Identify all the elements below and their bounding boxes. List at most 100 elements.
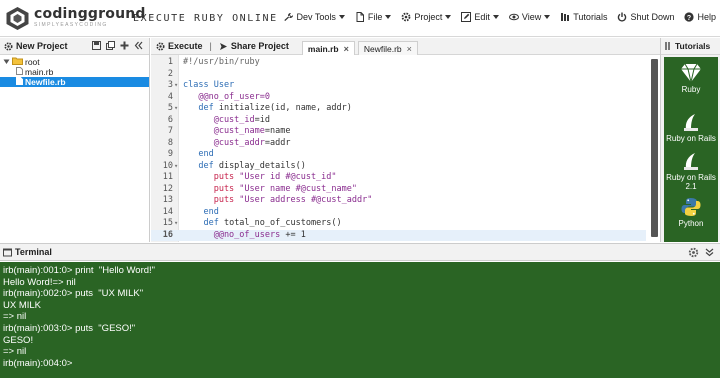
line-number: 12 — [162, 183, 173, 194]
tree-file[interactable]: main.rb — [0, 67, 149, 77]
code-line[interactable]: 14 end — [151, 207, 646, 219]
line-number: 4 — [167, 91, 173, 102]
line-number: 9 — [167, 149, 173, 159]
terminal-title: Terminal — [15, 247, 52, 257]
add-icon[interactable] — [120, 41, 129, 53]
tree-folder[interactable]: root — [0, 57, 149, 67]
fold-toggle-icon[interactable]: ▾ — [174, 218, 178, 230]
code-token: def — [183, 218, 224, 228]
code-line[interactable]: 6 @cust_id=id — [151, 115, 646, 127]
tutorials-icon — [560, 12, 570, 22]
tutorial-python[interactable]: Python — [664, 197, 718, 228]
collapse-right-icon[interactable] — [664, 42, 672, 50]
code-text: end — [183, 207, 218, 219]
new-project-button[interactable]: New Project — [4, 41, 68, 51]
close-icon[interactable]: × — [407, 44, 412, 54]
code-token: #!/usr/bin/ruby — [183, 57, 260, 67]
code-text: puts "User name #@cust_name" — [183, 184, 357, 196]
file-icon — [16, 67, 25, 77]
code-text: @@no_of_users += 1 — [183, 230, 306, 242]
gear-icon — [156, 41, 165, 51]
tutorials-list: Ruby Ruby on Rails Ruby on Rails 2.1 Python — [664, 57, 718, 242]
close-icon[interactable]: × — [344, 44, 349, 54]
settings-icon[interactable] — [688, 247, 699, 261]
caret-down-icon — [492, 15, 499, 19]
nav-edit[interactable]: Edit — [461, 12, 499, 22]
editor-area: Execute | Share Project main.rb × Newfile.… — [151, 38, 660, 242]
code-token: puts — [183, 183, 240, 194]
caret-down-icon[interactable] — [3, 57, 12, 67]
fold-toggle-icon[interactable]: ▾ — [174, 103, 178, 115]
code-line[interactable]: 15 ▾ def total_no_of_customers() — [151, 218, 646, 230]
code-token: =name — [264, 126, 291, 136]
code-line[interactable]: 16 @@no_of_users += 1 — [151, 229, 646, 242]
wrench-icon — [283, 12, 294, 22]
eye-icon — [508, 12, 519, 22]
code-line[interactable]: 10 ▾ def display_details() — [151, 161, 646, 173]
fold-toggle-icon[interactable]: ▾ — [174, 80, 178, 92]
nav-view[interactable]: View — [508, 12, 551, 22]
save-icon[interactable] — [92, 41, 101, 53]
nav-label: File — [367, 12, 383, 22]
tutorials-header[interactable]: Tutorials — [661, 38, 720, 55]
code-token: total_no_of_customers() — [223, 218, 342, 228]
nav-shut-down[interactable]: Shut Down — [617, 12, 674, 22]
tab-newfile-rb[interactable]: Newfile.rb × — [357, 40, 418, 55]
tutorial-ruby-on-rails[interactable]: Ruby on Rails — [664, 112, 718, 143]
execute-button[interactable]: Execute — [151, 41, 208, 51]
share-icon — [219, 42, 227, 50]
terminal-output[interactable]: irb(main):001:0> print "Hello Word!" Hell… — [0, 262, 720, 378]
share-project-button[interactable]: Share Project — [214, 41, 294, 51]
terminal-line: Hello Word!=> nil — [3, 276, 76, 288]
terminal-line: irb(main):004:0> — [3, 357, 73, 369]
terminal-line: irb(main):001:0> print "Hello Word!" — [3, 265, 156, 276]
code-line[interactable]: 4 @@no_of_user=0 — [151, 92, 646, 104]
code-token: "User id #@cust_id" — [239, 172, 337, 182]
copy-icon[interactable] — [106, 41, 115, 53]
collapse-down-icon[interactable] — [705, 248, 714, 260]
code-line[interactable]: 7 @cust_name=name — [151, 126, 646, 138]
vertical-scrollbar[interactable] — [651, 59, 658, 237]
code-line[interactable]: 13 puts "User address #@cust_addr" — [151, 195, 646, 207]
tutorial-ruby[interactable]: Ruby — [664, 63, 718, 94]
tree-item-label: main.rb — [25, 67, 54, 77]
file-icon — [355, 12, 365, 22]
nav-label: Project — [414, 12, 443, 22]
code-line[interactable]: 3 ▾ class User — [151, 80, 646, 92]
code-editor[interactable]: 1 #!/usr/bin/ruby 2 3 ▾ class User 4 @@no_of_u… — [151, 55, 660, 242]
nav-file[interactable]: File — [355, 12, 392, 22]
fold-toggle-icon[interactable]: ▾ — [174, 161, 178, 173]
nav-help[interactable]: ? Help — [684, 12, 716, 22]
collapse-left-icon[interactable] — [134, 41, 143, 53]
code-text: def total_no_of_customers() — [183, 218, 342, 230]
code-line[interactable]: 9 end — [151, 149, 646, 161]
tree-file[interactable]: Newfile.rb — [0, 77, 149, 87]
tutorial-ruby-on-rails-2-1[interactable]: Ruby on Rails 2.1 — [664, 151, 718, 191]
code-line[interactable]: 2 — [151, 69, 646, 81]
code-line[interactable]: 12 puts "User name #@cust_name" — [151, 184, 646, 196]
code-token: =id — [254, 114, 271, 125]
svg-text:?: ? — [687, 15, 691, 22]
nav-tutorials[interactable]: Tutorials — [560, 12, 607, 22]
nav-label: Dev Tools — [296, 12, 336, 22]
code-line[interactable]: 8 @cust_addr=addr — [151, 138, 646, 150]
pencil-icon — [461, 12, 472, 22]
code-text: def display_details() — [183, 161, 305, 173]
code-token: @@no_of_user=0 — [183, 91, 270, 102]
tab-main-rb[interactable]: main.rb × — [301, 40, 355, 55]
nav-project[interactable]: Project — [401, 12, 452, 22]
code-token: += 1 — [280, 229, 306, 240]
help-icon: ? — [684, 12, 695, 22]
codingground-logo-icon[interactable] — [5, 6, 30, 31]
brand[interactable]: codingground SIMPLYEASYCODING — [34, 7, 146, 29]
code-token: @cust_name — [183, 126, 265, 136]
nav-dev-tools[interactable]: Dev Tools — [283, 12, 345, 22]
line-number: 10 — [162, 160, 173, 171]
project-panel: New Project root main.rb Newfile.rb — [0, 38, 150, 242]
code-line[interactable]: 11 puts "User id #@cust_id" — [151, 172, 646, 184]
ruby-gem-icon — [664, 63, 718, 85]
gear-icon — [4, 41, 13, 51]
code-line[interactable]: 5 ▾ def initialize(id, name, addr) — [151, 103, 646, 115]
terminal-line: => nil — [3, 346, 27, 358]
code-line[interactable]: 1 #!/usr/bin/ruby — [151, 57, 646, 69]
